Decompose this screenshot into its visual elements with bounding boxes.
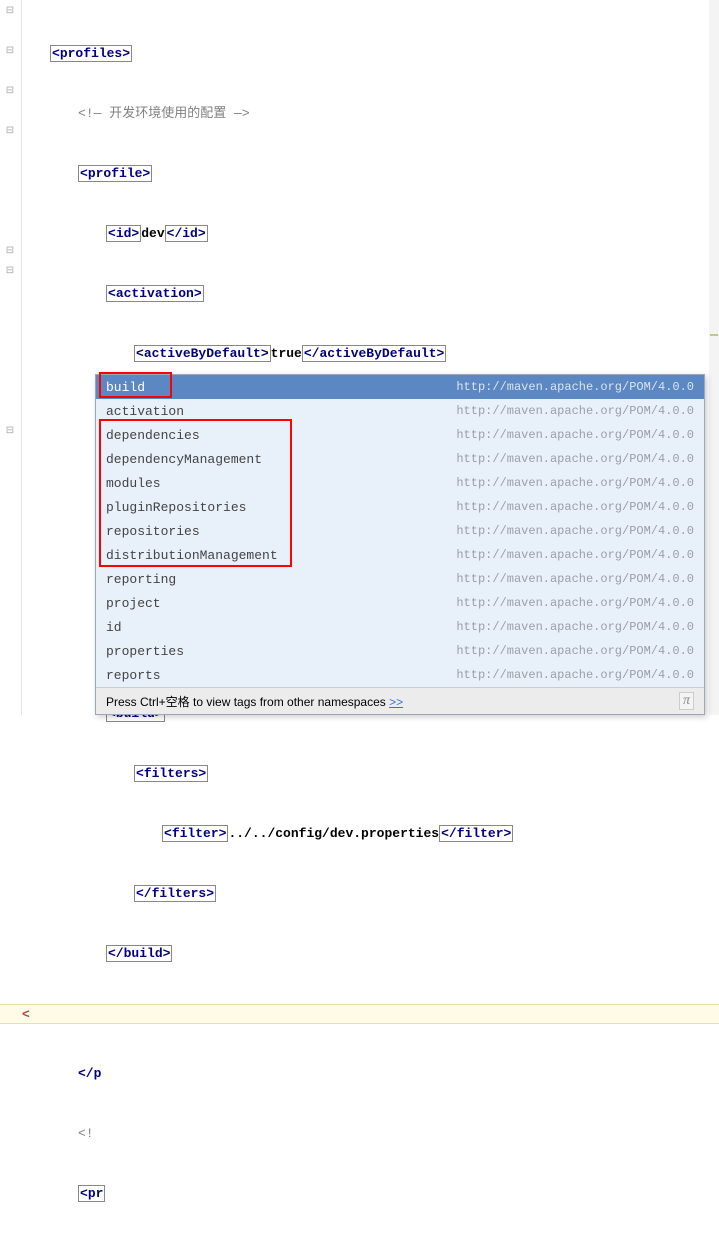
completion-item-reporting[interactable]: reporting http://maven.apache.org/POM/4.… xyxy=(96,567,704,591)
footer-hint: Press Ctrl+空格 to view tags from other na… xyxy=(106,695,389,709)
fold-icon[interactable]: ⊟ xyxy=(4,46,16,58)
code-line: <activeByDefault>true</activeByDefault> xyxy=(22,344,719,364)
completion-label: properties xyxy=(106,644,184,659)
completion-namespace: http://maven.apache.org/POM/4.0.0 xyxy=(456,548,694,562)
footer-more-link[interactable]: >> xyxy=(389,695,403,709)
completion-item-build[interactable]: build http://maven.apache.org/POM/4.0.0 xyxy=(96,375,704,399)
code-line: <pr xyxy=(22,1184,719,1204)
code-line: <!— 开发环境使用的配置 —> xyxy=(22,104,719,124)
completion-namespace: http://maven.apache.org/POM/4.0.0 xyxy=(456,404,694,418)
completion-label: reporting xyxy=(106,572,176,587)
pi-icon[interactable]: π xyxy=(679,692,694,710)
code-line: </p xyxy=(22,1064,719,1084)
completion-item-reports[interactable]: reports http://maven.apache.org/POM/4.0.… xyxy=(96,663,704,687)
completion-label: project xyxy=(106,596,161,611)
fold-icon[interactable]: ⊟ xyxy=(4,126,16,138)
completion-label: id xyxy=(106,620,122,635)
code-line: </build> xyxy=(22,944,719,964)
code-line: <id>dev</id> xyxy=(22,224,719,244)
completion-label: modules xyxy=(106,476,161,491)
completion-item-properties[interactable]: properties http://maven.apache.org/POM/4… xyxy=(96,639,704,663)
completion-namespace: http://maven.apache.org/POM/4.0.0 xyxy=(456,572,694,586)
completion-namespace: http://maven.apache.org/POM/4.0.0 xyxy=(456,476,694,490)
fold-icon[interactable]: ⊟ xyxy=(4,426,16,438)
completion-label: distributionManagement xyxy=(106,548,278,563)
code-line: </filters> xyxy=(22,884,719,904)
completion-item-activation[interactable]: activation http://maven.apache.org/POM/4… xyxy=(96,399,704,423)
scrollbar[interactable] xyxy=(709,0,719,715)
completion-popup[interactable]: build http://maven.apache.org/POM/4.0.0 … xyxy=(95,374,705,715)
fold-icon[interactable]: ⊟ xyxy=(4,6,16,18)
completion-item-project[interactable]: project http://maven.apache.org/POM/4.0.… xyxy=(96,591,704,615)
completion-item-repositories[interactable]: repositories http://maven.apache.org/POM… xyxy=(96,519,704,543)
completion-item-id[interactable]: id http://maven.apache.org/POM/4.0.0 xyxy=(96,615,704,639)
code-line: <! xyxy=(22,1124,719,1144)
gutter: ⊟ ⊟ ⊟ ⊟ ⊟ ⊟ ⊟ xyxy=(0,0,22,715)
code-line: <profiles> xyxy=(22,44,719,64)
completion-item-dependencymanagement[interactable]: dependencyManagement http://maven.apache… xyxy=(96,447,704,471)
completion-label: dependencies xyxy=(106,428,200,443)
fold-icon[interactable]: ⊟ xyxy=(4,246,16,258)
code-line-active: < xyxy=(0,1004,719,1024)
completion-label: reports xyxy=(106,668,161,683)
completion-namespace: http://maven.apache.org/POM/4.0.0 xyxy=(456,380,694,394)
completion-item-modules[interactable]: modules http://maven.apache.org/POM/4.0.… xyxy=(96,471,704,495)
completion-footer: Press Ctrl+空格 to view tags from other na… xyxy=(96,687,704,714)
completion-namespace: http://maven.apache.org/POM/4.0.0 xyxy=(456,500,694,514)
fold-icon[interactable]: ⊟ xyxy=(4,86,16,98)
completion-namespace: http://maven.apache.org/POM/4.0.0 xyxy=(456,620,694,634)
completion-item-pluginrepositories[interactable]: pluginRepositories http://maven.apache.o… xyxy=(96,495,704,519)
completion-namespace: http://maven.apache.org/POM/4.0.0 xyxy=(456,668,694,682)
completion-namespace: http://maven.apache.org/POM/4.0.0 xyxy=(456,596,694,610)
completion-label: pluginRepositories xyxy=(106,500,246,515)
completion-label: repositories xyxy=(106,524,200,539)
completion-label: activation xyxy=(106,404,184,419)
completion-namespace: http://maven.apache.org/POM/4.0.0 xyxy=(456,428,694,442)
completion-namespace: http://maven.apache.org/POM/4.0.0 xyxy=(456,644,694,658)
completion-label: dependencyManagement xyxy=(106,452,262,467)
completion-namespace: http://maven.apache.org/POM/4.0.0 xyxy=(456,452,694,466)
completion-label: build xyxy=(106,380,145,395)
code-line: <activation> xyxy=(22,284,719,304)
completion-item-dependencies[interactable]: dependencies http://maven.apache.org/POM… xyxy=(96,423,704,447)
code-line: <filters> xyxy=(22,764,719,784)
fold-icon[interactable]: ⊟ xyxy=(4,266,16,278)
completion-namespace: http://maven.apache.org/POM/4.0.0 xyxy=(456,524,694,538)
code-line: <filter>../../config/dev.properties</fil… xyxy=(22,824,719,844)
completion-item-distributionmanagement[interactable]: distributionManagement http://maven.apac… xyxy=(96,543,704,567)
code-line: <profile> xyxy=(22,164,719,184)
